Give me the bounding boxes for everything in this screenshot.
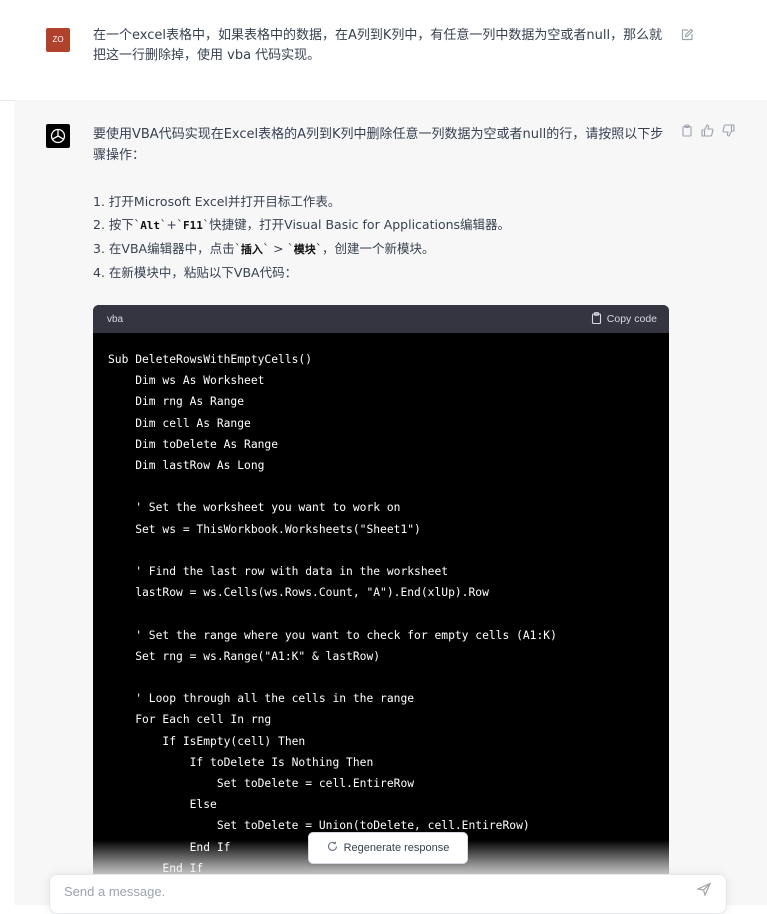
code-content: Sub DeleteRowsWithEmptyCells() Dim ws As… — [108, 353, 557, 875]
message-composer — [49, 874, 727, 914]
thumbs-down-icon[interactable] — [722, 124, 735, 140]
edit-icon[interactable] — [680, 28, 694, 42]
step-text: `，创建一个新模块。 — [315, 241, 435, 256]
clipboard-icon — [591, 311, 602, 327]
list-item: 3. 在VBA编辑器中，点击`插入` > `模块`，创建一个新模块。 — [93, 237, 510, 261]
step-text: 打开Microsoft Excel并打开目标工作表。 — [108, 194, 341, 209]
refresh-icon — [327, 841, 338, 855]
copy-code-button[interactable]: Copy code — [591, 311, 657, 327]
step-number: 2. — [93, 217, 105, 232]
steps-list: 1. 打开Microsoft Excel并打开目标工作表。 2. 按下`Alt`… — [93, 190, 510, 284]
step-number: 4. — [93, 265, 105, 280]
clipboard-icon[interactable] — [681, 124, 693, 140]
inline-code: 模块 — [293, 243, 316, 256]
step-text: `+` — [160, 217, 184, 232]
list-item: 2. 按下`Alt`+`F11`快捷键，打开Visual Basic for A… — [93, 213, 510, 237]
step-text: `快捷键，打开Visual Basic for Applications编辑器。 — [202, 217, 511, 232]
inline-code: F11 — [183, 219, 203, 232]
send-icon[interactable] — [696, 882, 712, 900]
code-language-label: vba — [107, 313, 124, 325]
code-block-header: vba Copy code — [93, 305, 669, 333]
openai-logo-icon — [50, 128, 66, 144]
inline-code: 插入 — [240, 243, 263, 256]
list-item: 4. 在新模块中，粘贴以下VBA代码： — [93, 261, 510, 284]
regenerate-response-button[interactable]: Regenerate response — [308, 832, 468, 864]
list-item: 1. 打开Microsoft Excel并打开目标工作表。 — [93, 190, 510, 213]
step-text: 在VBA编辑器中，点击` — [108, 241, 241, 256]
step-number: 3. — [93, 241, 105, 256]
code-block: vba Copy code Sub DeleteRowsWithEmptyCel… — [93, 305, 669, 880]
inline-code: Alt — [140, 219, 161, 232]
copy-code-label: Copy code — [606, 313, 657, 325]
step-text: 按下` — [108, 217, 141, 232]
regenerate-label: Regenerate response — [343, 842, 450, 854]
assistant-intro-text: 要使用VBA代码实现在Excel表格的A列到K列中删除任意一列数据为空或者nul… — [93, 127, 664, 163]
step-text: ` > ` — [262, 241, 294, 256]
user-message-text: 在一个excel表格中，如果表格中的数据，在A列到K列中，有任意一列中数据为空或… — [93, 28, 663, 63]
message-input[interactable] — [62, 883, 686, 900]
user-avatar: ZO — [46, 28, 70, 52]
step-text: 在新模块中，粘贴以下VBA代码： — [108, 265, 298, 280]
feedback-actions — [681, 124, 735, 140]
thumbs-up-icon[interactable] — [701, 124, 714, 140]
step-number: 1. — [93, 194, 105, 209]
user-message-block: ZO 在一个excel表格中，如果表格中的数据，在A列到K列中，有任意一列中数据… — [0, 0, 767, 101]
assistant-avatar — [46, 124, 70, 148]
